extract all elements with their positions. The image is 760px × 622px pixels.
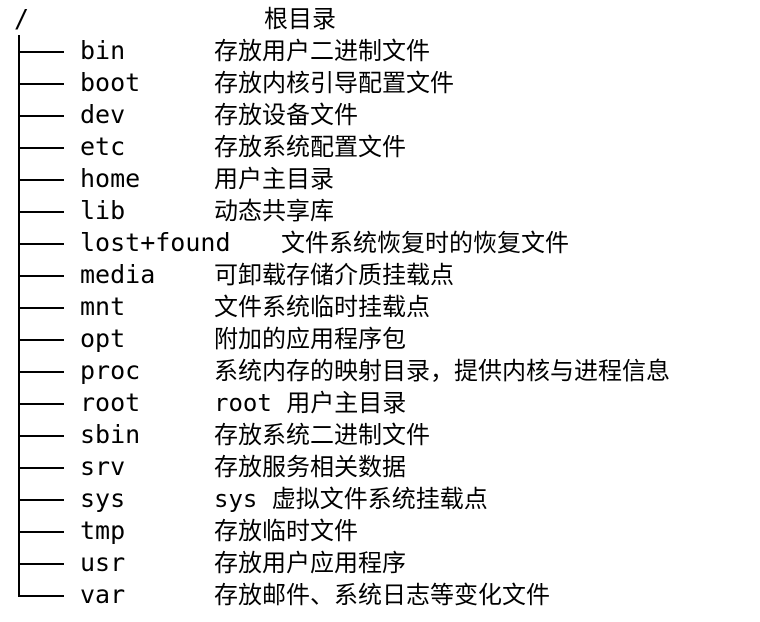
directory-description: 存放设备文件 [214,101,358,129]
tree-branch-last-icon [18,579,66,611]
directory-name: lib [80,196,126,225]
root-symbol: / [14,4,30,33]
tree-branch-icon [18,163,66,195]
tree-branch-icon [18,323,66,355]
directory-name: proc [80,356,141,385]
tree-branch-icon [18,483,66,515]
directory-description: 系统内存的映射目录，提供内核与进程信息 [214,357,670,385]
tree-branch-icon [18,451,66,483]
directory-name: etc [80,132,126,161]
directory-description: 文件系统临时挂载点 [214,293,430,321]
tree-row: opt 附加的应用程序包 [0,323,760,355]
directory-name: lost+found [80,228,231,257]
directory-name: media [80,260,156,289]
tree-row: proc 系统内存的映射目录，提供内核与进程信息 [0,355,760,387]
tree-row: etc 存放系统配置文件 [0,131,760,163]
directory-name: home [80,164,141,193]
directory-description: 存放内核引导配置文件 [214,69,454,97]
directory-description: 附加的应用程序包 [214,325,406,353]
directory-name: tmp [80,516,126,545]
directory-description: sys 虚拟文件系统挂载点 [214,485,488,513]
tree-branch-icon [18,227,66,259]
directory-description: 存放系统配置文件 [214,133,406,161]
directory-description: 存放用户二进制文件 [214,37,430,65]
tree-row: lib 动态共享库 [0,195,760,227]
directory-description: 用户主目录 [214,165,334,193]
directory-name: mnt [80,292,126,321]
directory-description: 存放邮件、系统日志等变化文件 [214,581,550,609]
directory-name: opt [80,324,126,353]
tree-branch-icon [18,195,66,227]
tree-branch-icon [18,387,66,419]
tree-row: lost+found 文件系统恢复时的恢复文件 [0,227,760,259]
tree-branch-icon [18,355,66,387]
tree-row: sys sys 虚拟文件系统挂载点 [0,483,760,515]
directory-tree: / 根目录 bin 存放用户二进制文件 boot 存放内核引导配置文件 dev 存放设备文… [0,0,760,622]
tree-branch-icon [18,35,66,67]
tree-row: usr 存放用户应用程序 [0,547,760,579]
tree-branch-icon [18,291,66,323]
tree-branch-icon [18,259,66,291]
tree-branch-icon [18,547,66,579]
root-entry: / 根目录 [14,3,336,35]
directory-description: 存放用户应用程序 [214,549,406,577]
tree-branch-icon [18,67,66,99]
root-description: 根目录 [264,5,336,33]
directory-name: var [80,580,126,609]
tree-row: boot 存放内核引导配置文件 [0,67,760,99]
tree-branch-icon [18,515,66,547]
directory-description: 存放服务相关数据 [214,453,406,481]
tree-row: srv 存放服务相关数据 [0,451,760,483]
tree-row: dev 存放设备文件 [0,99,760,131]
directory-name: dev [80,100,126,129]
directory-name: root [80,388,141,417]
tree-row: mnt 文件系统临时挂载点 [0,291,760,323]
directory-description: root 用户主目录 [214,389,407,417]
directory-description: 可卸载存储介质挂载点 [214,261,454,289]
tree-row: media 可卸载存储介质挂载点 [0,259,760,291]
directory-description: 存放临时文件 [214,517,358,545]
tree-row: bin 存放用户二进制文件 [0,35,760,67]
directory-description: 存放系统二进制文件 [214,421,430,449]
directory-description: 文件系统恢复时的恢复文件 [281,229,569,257]
directory-name: bin [80,36,126,65]
tree-branch-icon [18,419,66,451]
tree-branch-icon [18,131,66,163]
tree-row: tmp 存放临时文件 [0,515,760,547]
directory-name: boot [80,68,141,97]
directory-name: sbin [80,420,141,449]
directory-description: 动态共享库 [214,197,334,225]
tree-row: sbin 存放系统二进制文件 [0,419,760,451]
tree-row: var 存放邮件、系统日志等变化文件 [0,579,760,611]
directory-name: usr [80,548,126,577]
directory-name: sys [80,484,126,513]
tree-row: root root 用户主目录 [0,387,760,419]
tree-branch-icon [18,99,66,131]
directory-name: srv [80,452,126,481]
tree-row: home 用户主目录 [0,163,760,195]
